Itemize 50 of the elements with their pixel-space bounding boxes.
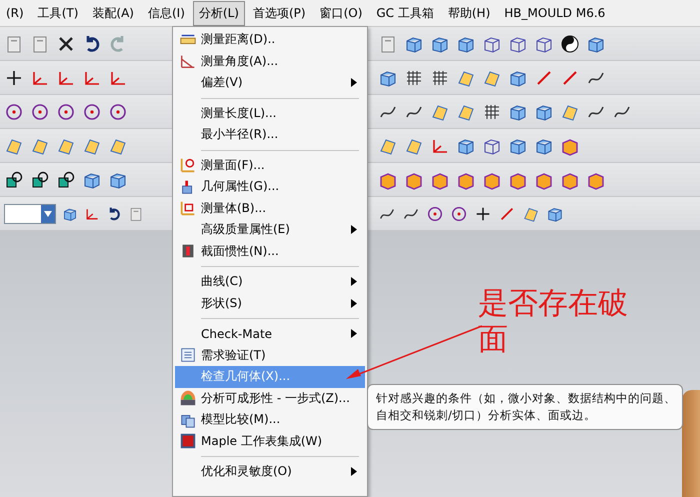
circle-icon[interactable] bbox=[4, 102, 24, 122]
face-measure-icon bbox=[179, 156, 197, 174]
circle-icon[interactable] bbox=[30, 102, 50, 122]
dropdown-field[interactable] bbox=[4, 204, 56, 224]
square-circle-icon[interactable] bbox=[56, 170, 76, 190]
menu-item[interactable]: 分析(L) bbox=[192, 0, 245, 26]
circle-icon[interactable] bbox=[108, 102, 128, 122]
menu-item[interactable]: 需求验证(T) bbox=[175, 344, 365, 366]
menu-item[interactable]: 窗口(O) bbox=[314, 0, 368, 26]
caret-icon bbox=[43, 210, 53, 218]
menu-item[interactable]: 几何属性(G)... bbox=[175, 176, 365, 198]
plus-icon[interactable] bbox=[474, 204, 492, 222]
body-measure-icon bbox=[179, 199, 197, 218]
tooltip: 针对感兴趣的条件（如，微小对象、数据结构中的问题、 自相交和锐刺/切口）分析实体、面或边。 bbox=[367, 384, 683, 430]
menu-item[interactable]: 测量体(B)... bbox=[175, 198, 365, 219]
circle-icon[interactable] bbox=[82, 102, 102, 122]
menu-item[interactable]: Check-Mate bbox=[175, 323, 365, 344]
menu-item[interactable]: 帮助(H) bbox=[442, 0, 496, 26]
menu-item[interactable]: 最小半径(R)... bbox=[175, 124, 365, 146]
framed-square-icon bbox=[179, 432, 197, 450]
menu-item[interactable]: 偏差(V) bbox=[175, 72, 365, 94]
menu-item[interactable]: 测量面(F)... bbox=[175, 154, 365, 176]
menu-item[interactable]: 分析可成形性 - 一步式(Z)... bbox=[175, 388, 365, 409]
menu-item[interactable]: (R) bbox=[0, 2, 30, 24]
menu-item[interactable]: 信息(I) bbox=[142, 0, 191, 26]
menu-item[interactable]: Maple 工作表集成(W) bbox=[175, 430, 365, 452]
menu-item[interactable]: 测量角度(A)... bbox=[175, 50, 365, 72]
menu-item[interactable]: 测量距离(D).. bbox=[175, 29, 365, 50]
circle-icon[interactable] bbox=[450, 204, 468, 222]
rainbow-icon bbox=[179, 389, 197, 408]
menu-item[interactable]: 装配(A) bbox=[86, 0, 140, 26]
square-circle-icon[interactable] bbox=[4, 170, 24, 190]
menu-item[interactable]: 首选项(P) bbox=[246, 0, 312, 26]
annotation-text: 是否存在破面 bbox=[478, 286, 628, 358]
list-icon bbox=[179, 346, 197, 364]
menu-item[interactable]: GC 工具箱 bbox=[370, 0, 440, 26]
menu-item[interactable]: 模型比较(M)... bbox=[175, 409, 365, 430]
menu-item[interactable]: 高级质量属性(E) bbox=[175, 219, 365, 240]
menu-item[interactable]: 曲线(C) bbox=[175, 271, 365, 292]
menu-item[interactable]: 形状(S) bbox=[175, 292, 365, 314]
square-circle-icon[interactable] bbox=[30, 170, 50, 190]
menu-item[interactable]: 工具(T) bbox=[32, 0, 84, 26]
menu-item[interactable]: 测量长度(L)... bbox=[175, 102, 365, 124]
menu-item[interactable]: HB_MOULD M6.6 bbox=[498, 2, 612, 24]
menu-item[interactable]: 优化和灵敏度(O) bbox=[175, 461, 365, 482]
menu-item[interactable]: 截面惯性(N)... bbox=[175, 240, 365, 262]
circle-icon[interactable] bbox=[426, 204, 444, 222]
circle-icon[interactable] bbox=[56, 102, 76, 122]
document-icon[interactable] bbox=[128, 206, 144, 222]
shaded-sphere-icon[interactable] bbox=[560, 34, 580, 54]
